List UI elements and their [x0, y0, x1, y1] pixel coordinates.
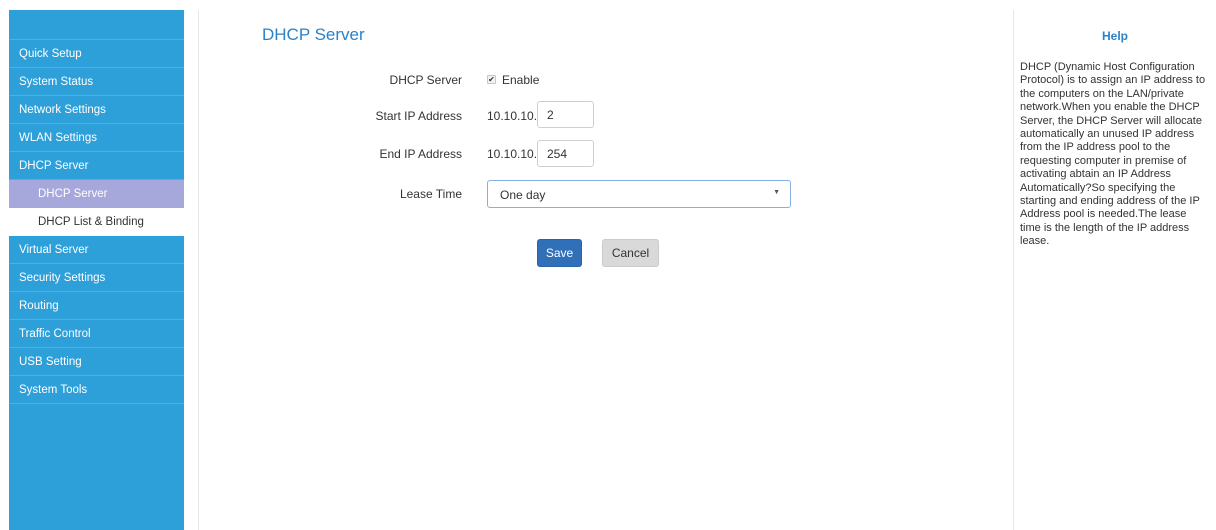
right-divider: [1013, 10, 1014, 530]
submenu-item-dhcp-list-binding[interactable]: DHCP List & Binding: [9, 208, 184, 236]
sidebar-item-quick-setup[interactable]: Quick Setup: [9, 40, 184, 68]
sidebar-item-system-status[interactable]: System Status: [9, 68, 184, 96]
start-ip-label: Start IP Address: [375, 109, 463, 123]
help-title: Help: [1101, 29, 1128, 43]
left-divider: [198, 10, 199, 530]
sidebar-item-system-tools[interactable]: System Tools: [9, 376, 184, 404]
enable-checkbox[interactable]: ✔: [487, 75, 496, 84]
sidebar-item-dhcp-server[interactable]: DHCP Server: [9, 152, 184, 180]
start-ip-input[interactable]: [537, 101, 594, 128]
end-ip-label: End IP Address: [379, 147, 463, 161]
sidebar-item-traffic-control[interactable]: Traffic Control: [9, 320, 184, 348]
page-title: DHCP Server: [262, 25, 365, 44]
dropdown-arrow-icon: ▼: [773, 189, 780, 196]
end-ip-prefix: 10.10.10.: [487, 147, 538, 161]
start-ip-prefix: 10.10.10.: [487, 109, 538, 123]
dhcp-server-label: DHCP Server: [389, 73, 462, 87]
enable-label: Enable: [502, 73, 540, 87]
cancel-button[interactable]: Cancel: [602, 239, 659, 267]
sidebar-item-security-settings[interactable]: Security Settings: [9, 264, 184, 292]
lease-time-select[interactable]: One day ▼: [487, 180, 791, 208]
sidebar-item-virtual-server[interactable]: Virtual Server: [9, 236, 184, 264]
sidebar-header: [9, 10, 184, 40]
end-ip-input[interactable]: [537, 140, 594, 167]
sidebar-item-usb-setting[interactable]: USB Setting: [9, 348, 184, 376]
lease-time-label: Lease Time: [399, 187, 462, 201]
sidebar-item-routing[interactable]: Routing: [9, 292, 184, 320]
sidebar-item-wlan-settings[interactable]: WLAN Settings: [9, 124, 184, 152]
sidebar-item-network-settings[interactable]: Network Settings: [9, 96, 184, 124]
submenu-item-dhcp-server[interactable]: DHCP Server: [9, 180, 184, 208]
sidebar-nav: Quick Setup System Status Network Settings…: [9, 10, 184, 530]
save-button[interactable]: Save: [537, 239, 582, 267]
lease-time-value: One day: [500, 188, 546, 202]
help-text: DHCP (Dynamic Host Configuration Protoco…: [1020, 61, 1206, 248]
